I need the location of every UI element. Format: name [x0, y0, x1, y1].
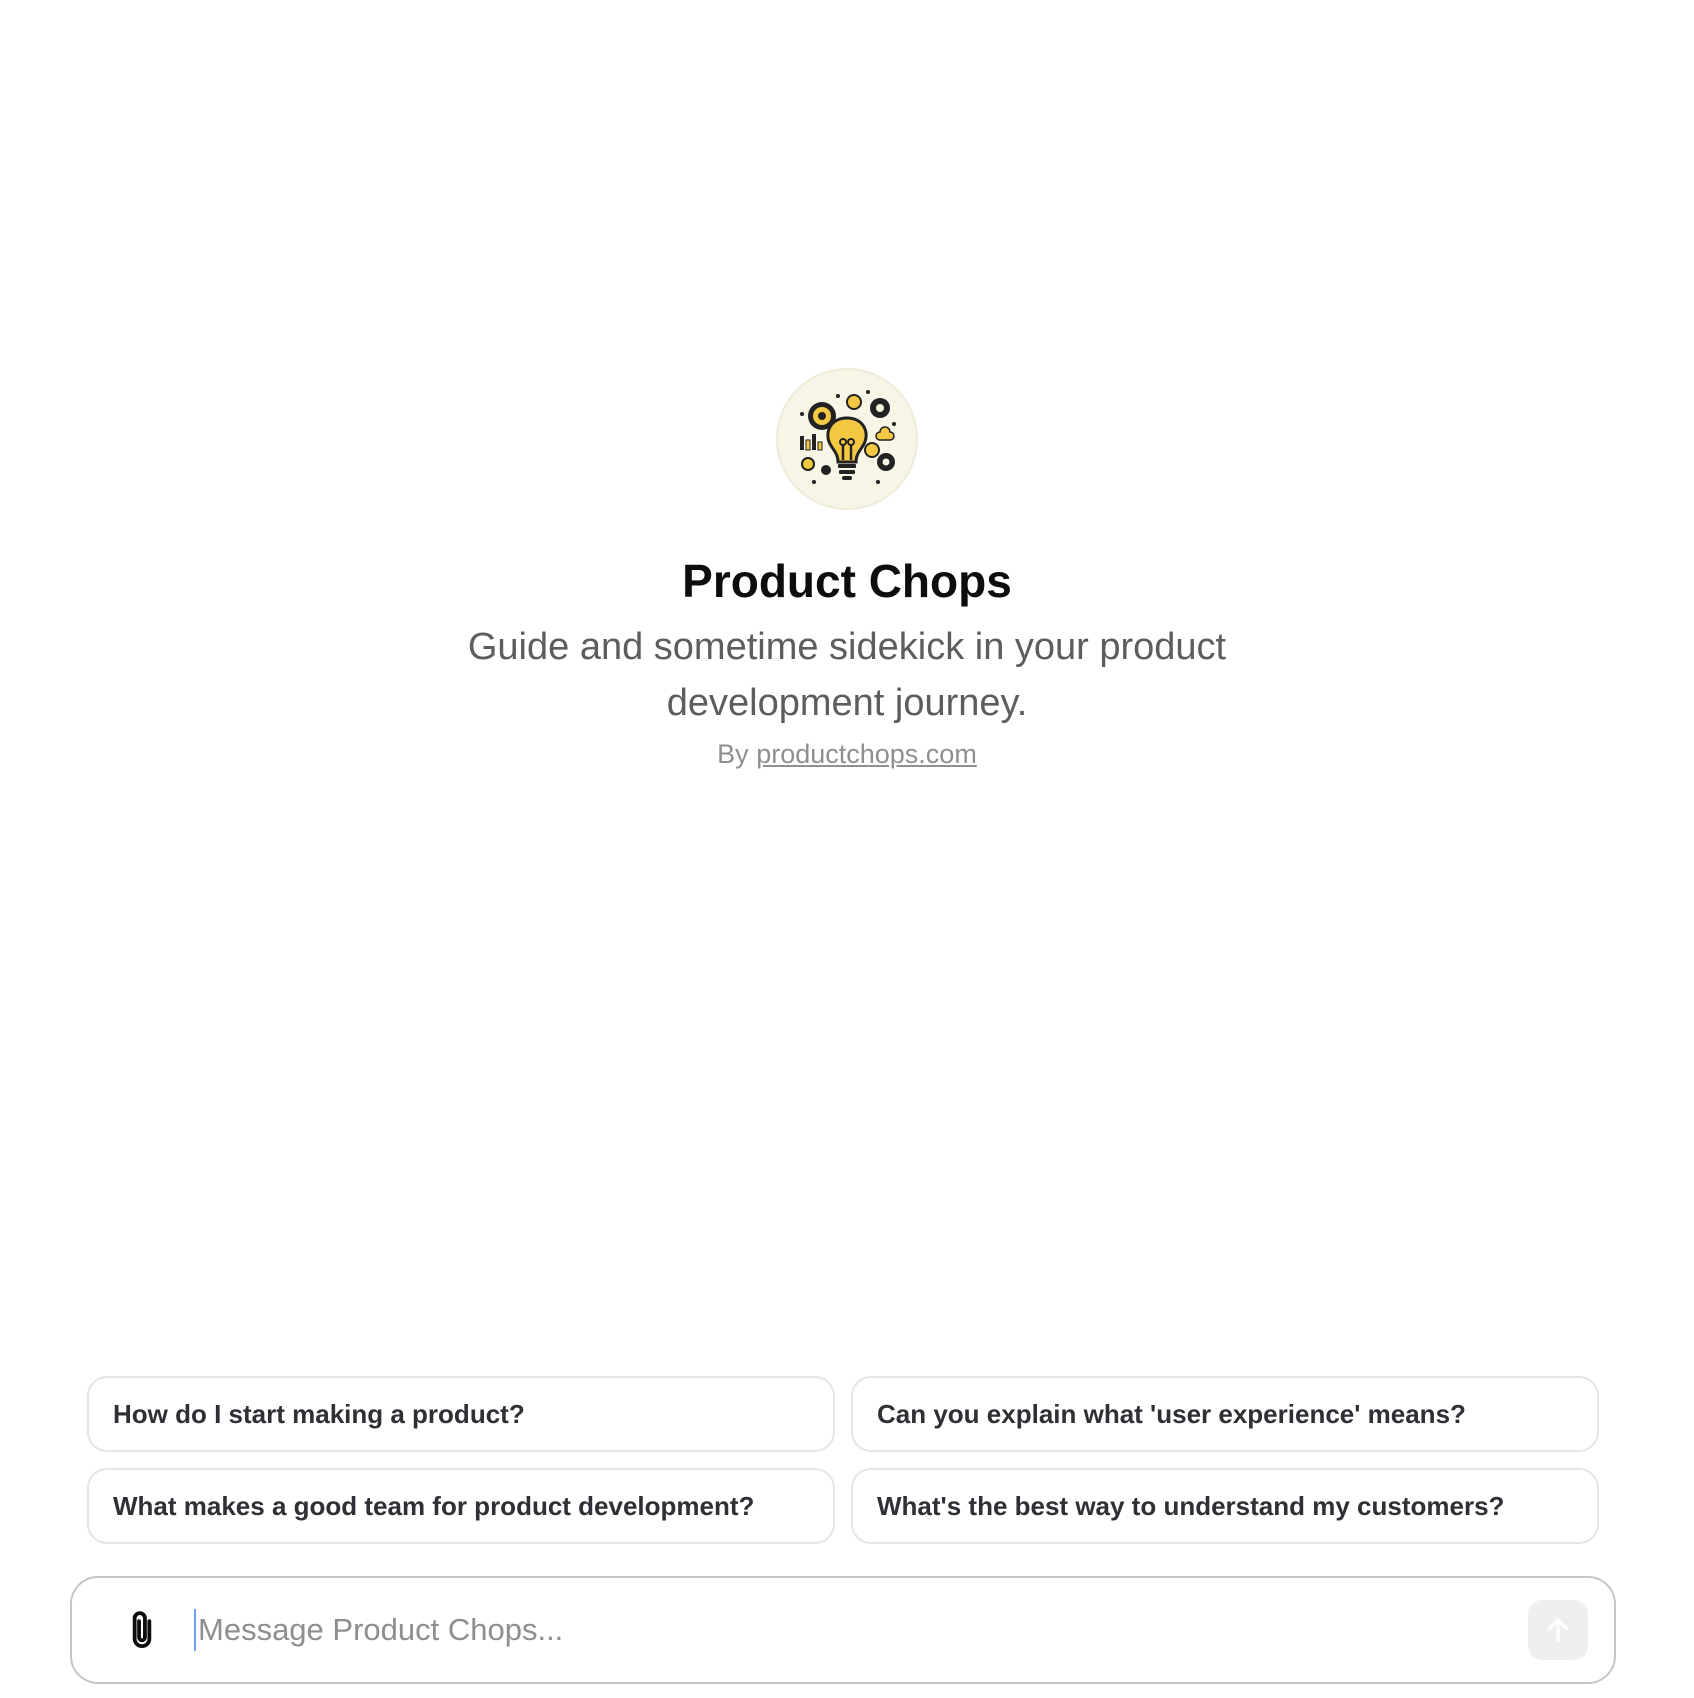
suggestion-chip[interactable]: What's the best way to understand my cus… [851, 1468, 1599, 1544]
bot-description: Guide and sometime sidekick in your prod… [467, 625, 1227, 724]
suggestion-chip[interactable]: What makes a good team for product devel… [87, 1468, 835, 1544]
lightbulb-gears-icon [800, 390, 896, 484]
arrow-up-icon [1547, 1618, 1569, 1642]
suggestion-grid: How do I start making a product? Can you… [87, 1376, 1599, 1544]
message-input[interactable] [194, 1609, 1528, 1651]
bot-author: By productchops.com [0, 739, 1694, 770]
bot-avatar [776, 368, 918, 510]
message-composer [70, 1576, 1616, 1684]
bot-name: Product Chops [682, 555, 1012, 607]
suggestion-chip[interactable]: How do I start making a product? [87, 1376, 835, 1452]
author-prefix: By [717, 738, 749, 769]
bot-intro: Product Chops Guide and sometime sidekic… [0, 368, 1694, 770]
suggestion-chip[interactable]: Can you explain what 'user experience' m… [851, 1376, 1599, 1452]
paperclip-icon [132, 1611, 152, 1648]
attach-button[interactable] [112, 1600, 172, 1660]
author-link[interactable]: productchops.com [756, 739, 977, 769]
send-button[interactable] [1528, 1600, 1588, 1660]
